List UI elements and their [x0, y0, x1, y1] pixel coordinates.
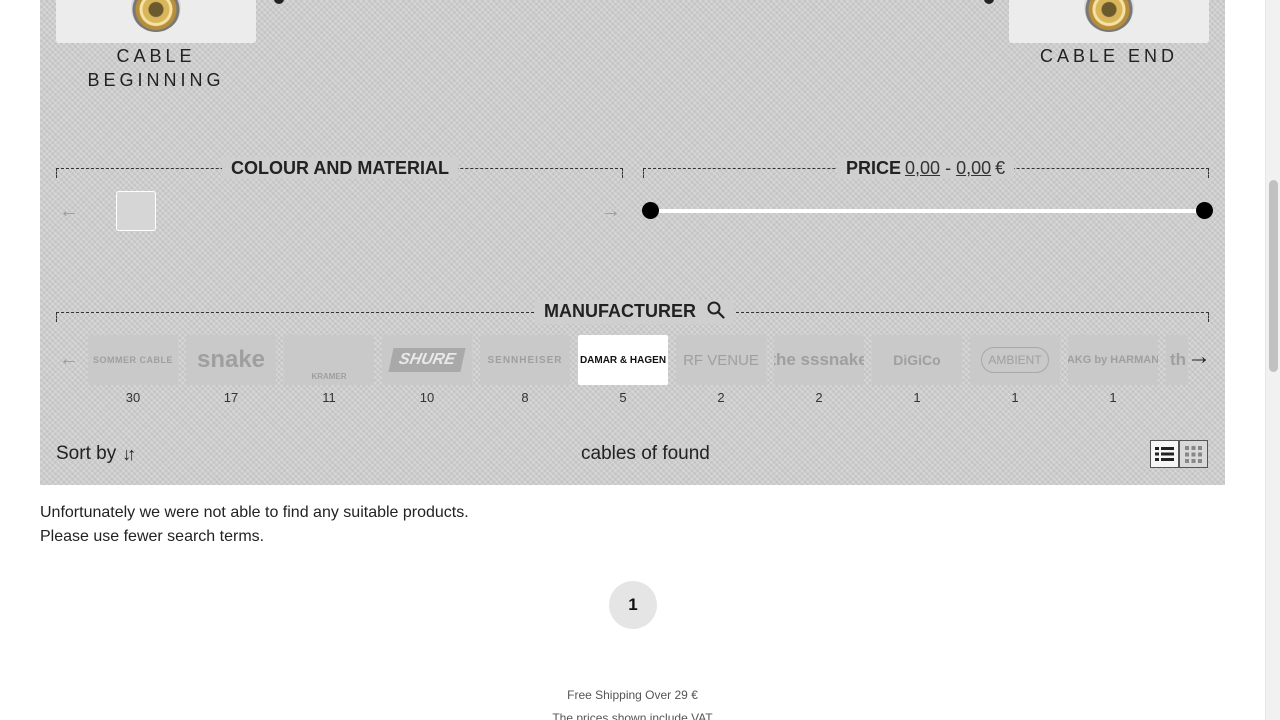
price-slider-max-handle[interactable]	[1196, 202, 1213, 219]
manufacturer-count: 1	[1109, 390, 1117, 405]
manufacturer-count: 1	[913, 390, 921, 405]
cable-end-image[interactable]	[1009, 0, 1209, 43]
page-scrollbar[interactable]	[1265, 0, 1280, 720]
price-slider-track[interactable]	[651, 209, 1205, 213]
manufacturer-tile[interactable]: snake	[186, 335, 276, 385]
manufacturer-tile[interactable]: AKG by HARMAN	[1068, 335, 1158, 385]
manufacturer-tile-label: AMBIENT	[981, 347, 1049, 373]
indicator-dot	[274, 0, 284, 4]
manufacturer-count: 30	[125, 390, 141, 405]
no-results-message: Unfortunately we were not able to find a…	[40, 504, 469, 521]
cable-beginning-image[interactable]	[56, 0, 256, 43]
sort-label: Sort by	[56, 443, 117, 464]
price-separator: -	[945, 158, 952, 178]
colour-legend: COLOUR AND MATERIAL	[222, 157, 458, 179]
price-currency: €	[995, 158, 1006, 178]
sort-arrows-icon: ↓↑	[122, 443, 136, 464]
manufacturer-count: 10	[419, 390, 435, 405]
manufacturer-tile-label: SHURE	[388, 348, 466, 372]
connector-icon	[131, 0, 181, 32]
manufacturer-count: 11	[322, 390, 336, 405]
colour-swatch[interactable]	[116, 191, 156, 231]
manufacturer-count: 8	[521, 390, 529, 405]
list-view-button[interactable]	[1150, 440, 1179, 468]
search-icon[interactable]	[707, 301, 725, 324]
colour-next-arrow[interactable]: →	[601, 201, 621, 221]
manufacturer-count: 17	[223, 390, 239, 405]
manufacturer-tile[interactable]: KRAMER	[284, 335, 374, 385]
list-icon	[1155, 447, 1174, 461]
manufacturer-prev-arrow[interactable]: ←	[59, 349, 79, 369]
price-legend-label: PRICE	[846, 158, 902, 178]
indicator-dot	[984, 0, 994, 4]
manufacturer-count: 2	[717, 390, 725, 405]
manufacturer-tile[interactable]: DiGiCo	[872, 335, 962, 385]
manufacturer-tile[interactable]: AMBIENT	[970, 335, 1060, 385]
manufacturer-next-arrow[interactable]: →	[1187, 345, 1211, 369]
price-min-value[interactable]: 0,00	[905, 158, 940, 178]
price-legend: PRICE 0,00-0,00 €	[837, 157, 1015, 179]
manufacturer-tile[interactable]: the sssnake	[774, 335, 864, 385]
connector-icon	[1084, 0, 1134, 32]
filter-panel: CABLE BEGINNING CABLE END COLOUR AND MAT…	[40, 0, 1225, 485]
vat-note: The prices shown include VAT	[552, 711, 713, 720]
manufacturer-legend-label: MANUFACTURER	[544, 301, 696, 321]
manufacturer-tile-selected[interactable]: DAMAR & HAGEN	[578, 335, 668, 385]
no-results-hint: Please use fewer search terms.	[40, 528, 265, 545]
cable-beginning-label: CABLE BEGINNING	[87, 46, 225, 90]
manufacturer-tile-partial[interactable]: th	[1166, 335, 1188, 385]
manufacturer-legend: MANUFACTURER	[535, 300, 735, 324]
manufacturer-tile[interactable]: SOMMER CABLE	[88, 335, 178, 385]
manufacturer-tile[interactable]: SHURE	[382, 335, 472, 385]
price-slider-min-handle[interactable]	[642, 202, 659, 219]
pagination-page-current[interactable]: 1	[609, 581, 657, 629]
manufacturer-tile[interactable]: RF VENUE	[676, 335, 766, 385]
price-max-value[interactable]: 0,00	[956, 158, 991, 178]
colour-prev-arrow[interactable]: ←	[59, 201, 79, 221]
cable-end-label: CABLE END	[1039, 46, 1179, 66]
free-shipping-note: Free Shipping Over 29 €	[567, 688, 698, 702]
manufacturer-count: 5	[619, 390, 627, 405]
manufacturer-tile-label: KRAMER	[311, 372, 347, 381]
page: CABLE BEGINNING CABLE END COLOUR AND MAT…	[0, 0, 1280, 720]
manufacturer-count: 1	[1011, 390, 1019, 405]
grid-icon	[1185, 445, 1202, 463]
manufacturer-tile[interactable]: SENNHEISER	[480, 335, 570, 385]
results-count-text: cables of found	[581, 443, 710, 464]
manufacturer-count: 2	[815, 390, 823, 405]
grid-view-button[interactable]	[1179, 440, 1208, 468]
sort-control[interactable]: Sort by ↓↑	[56, 443, 136, 465]
scrollbar-thumb[interactable]	[1269, 180, 1278, 372]
